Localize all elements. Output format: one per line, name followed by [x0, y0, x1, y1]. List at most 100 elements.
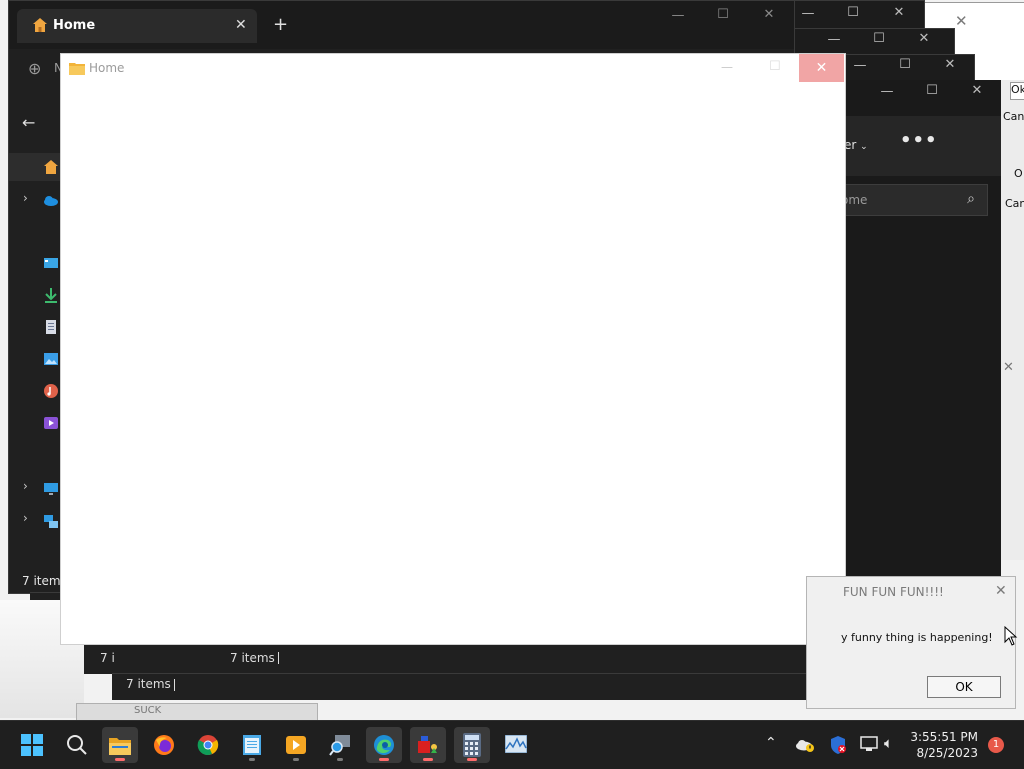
running-indicator: [337, 758, 343, 761]
far-right-window: [1000, 80, 1024, 560]
more-options-icon[interactable]: •••: [900, 130, 938, 151]
trail-status-4: 7 items: [126, 677, 171, 691]
mouse-cursor-icon: [1004, 626, 1018, 646]
far-right-cancel-button[interactable]: Canc: [1003, 110, 1024, 123]
close-icon[interactable]: ✕: [962, 83, 992, 98]
close-button[interactable]: ✕: [799, 54, 844, 82]
volume-icon[interactable]: 🔈︎: [884, 734, 893, 752]
music-icon: [44, 384, 58, 398]
network-icon[interactable]: [860, 736, 878, 752]
close-icon[interactable]: ✕: [1003, 360, 1014, 375]
onedrive-warning-icon[interactable]: [795, 737, 815, 753]
taskbar-notepad[interactable]: [234, 727, 270, 763]
videos-icon: [44, 417, 58, 429]
chevron-right-icon[interactable]: ›: [23, 191, 28, 205]
file-explorer-icon: [109, 738, 131, 755]
chevron-right-icon[interactable]: ›: [23, 479, 28, 493]
search-icon[interactable]: [66, 734, 88, 756]
running-indicator: [115, 758, 125, 761]
trail-divider: [174, 679, 175, 691]
taskbar: ⌃ 🔈︎ 3:55:51 PM 8/25/2023 1: [0, 720, 1024, 769]
clock-time: 3:55:51 PM: [910, 730, 978, 744]
notepad-icon: [243, 735, 261, 755]
new-tab-icon[interactable]: +: [273, 14, 288, 35]
ok-button[interactable]: OK: [927, 676, 1001, 698]
close-tab-icon[interactable]: ✕: [235, 17, 247, 33]
close-icon[interactable]: ✕: [995, 583, 1007, 599]
pictures-icon: [44, 353, 58, 365]
close-icon[interactable]: ✕: [909, 31, 939, 46]
downloads-icon: [45, 288, 57, 303]
network-icon: [44, 515, 58, 528]
tab-home[interactable]: Home ✕: [17, 9, 257, 43]
window-title: Home: [89, 61, 125, 75]
search-input[interactable]: ome ⌕: [836, 184, 988, 216]
minimize-icon[interactable]: —: [845, 58, 875, 73]
security-shield-icon[interactable]: [829, 735, 847, 755]
minimize-icon[interactable]: —: [872, 84, 902, 99]
taskbar-resource-monitor[interactable]: [498, 727, 534, 763]
notification-count: 1: [992, 739, 1000, 750]
this-pc-icon: [44, 483, 58, 495]
taskbar-media-player[interactable]: [278, 727, 314, 763]
show-hidden-icons-chevron-up-icon[interactable]: ⌃: [765, 735, 777, 751]
chrome-icon: [197, 735, 219, 755]
edge-icon: [374, 735, 394, 755]
home-icon: [33, 18, 47, 32]
maximize-icon[interactable]: ☐: [890, 57, 920, 72]
dialog-title: FUN FUN FUN!!!!: [843, 585, 944, 599]
magnifier-icon: [329, 735, 350, 756]
close-icon[interactable]: ✕: [884, 5, 914, 20]
tab-label: Home: [53, 18, 96, 33]
bottom-fragment-text: SUCK: [134, 705, 162, 716]
ghost-explorer-window: Home — ☐ ✕: [60, 53, 846, 645]
view-menu-button[interactable]: er ⌄: [844, 138, 868, 152]
close-icon: ✕: [955, 12, 968, 30]
firefox-icon: [154, 735, 174, 755]
trail-status-2: 7 i: [100, 651, 115, 665]
minimize-icon[interactable]: —: [721, 60, 733, 74]
far-right-o-button[interactable]: O: [1014, 167, 1023, 180]
folder-icon: [69, 63, 85, 75]
maximize-icon[interactable]: ☐: [838, 5, 868, 20]
app-shapes-icon: [418, 736, 437, 753]
clock[interactable]: 3:55:51 PM 8/25/2023: [910, 729, 978, 761]
running-indicator: [467, 758, 477, 761]
chevron-right-icon[interactable]: ›: [23, 511, 28, 525]
running-indicator: [379, 758, 389, 761]
minimize-icon[interactable]: —: [819, 32, 849, 47]
minimize-icon[interactable]: —: [793, 6, 823, 21]
documents-icon: [46, 320, 56, 334]
taskbar-firefox[interactable]: [146, 727, 182, 763]
start-icon[interactable]: [21, 734, 43, 756]
close-icon[interactable]: ✕: [935, 57, 965, 72]
calculator-icon: [463, 733, 481, 757]
far-right-can-button[interactable]: Can: [1005, 197, 1024, 210]
taskbar-chrome[interactable]: [190, 727, 226, 763]
onedrive-icon: [44, 196, 58, 206]
running-indicator: [249, 758, 255, 761]
maximize-icon[interactable]: ☐: [769, 59, 781, 74]
taskbar-edge[interactable]: [366, 727, 402, 763]
message-dialog: FUN FUN FUN!!!! ✕ y funny thing is happe…: [806, 576, 1016, 709]
bottom-fragment-window: [76, 703, 318, 721]
maximize-icon[interactable]: ☐: [864, 31, 894, 46]
home-icon: [44, 160, 58, 174]
taskbar-magnifier[interactable]: [322, 727, 358, 763]
close-icon[interactable]: ✕: [754, 7, 784, 22]
taskbar-file-explorer[interactable]: [102, 727, 138, 763]
running-indicator: [423, 758, 433, 761]
back-arrow-icon[interactable]: ←: [22, 113, 35, 132]
maximize-icon[interactable]: ☐: [708, 7, 738, 22]
performance-monitor-icon: [505, 735, 527, 753]
new-item-icon[interactable]: ⊕: [28, 59, 41, 78]
desktop-folder-icon: [44, 258, 58, 268]
maximize-icon[interactable]: ☐: [917, 83, 947, 98]
far-right-ok-button[interactable]: Ok: [1010, 82, 1024, 100]
trail-explorer-4: [112, 673, 806, 700]
taskbar-app-red[interactable]: [410, 727, 446, 763]
notification-badge[interactable]: 1: [988, 737, 1004, 753]
minimize-icon[interactable]: —: [663, 8, 693, 23]
taskbar-calculator[interactable]: [454, 727, 490, 763]
trail-divider: [278, 652, 279, 664]
